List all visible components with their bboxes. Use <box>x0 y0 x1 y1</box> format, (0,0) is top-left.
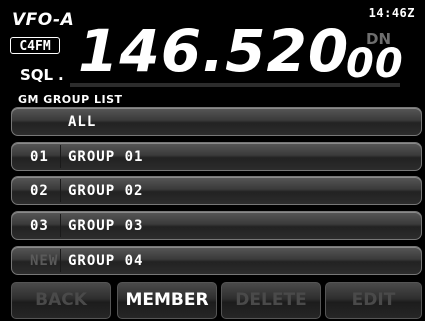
delete-button[interactable]: DELETE <box>221 282 321 319</box>
row-divider <box>60 179 61 202</box>
row-divider <box>60 214 61 237</box>
signal-meter <box>70 83 400 87</box>
frequency-sub-digits: 00 <box>346 41 404 87</box>
group-name: GROUP 01 <box>68 149 144 165</box>
group-number: NEW <box>30 253 59 269</box>
member-button[interactable]: MEMBER <box>117 282 217 319</box>
group-row[interactable]: NEW GROUP 04 <box>11 246 422 275</box>
group-name: GROUP 02 <box>68 183 144 199</box>
radio-screen: VFO-A C4FM 14:46Z DN 146.520 00 SQL . GM… <box>0 0 425 321</box>
group-name: GROUP 03 <box>68 218 144 234</box>
group-row-label: ALL <box>68 114 97 130</box>
frequency-main: 146.520 <box>78 17 350 85</box>
group-row-all[interactable]: ALL <box>11 107 422 136</box>
group-name: GROUP 04 <box>68 253 144 269</box>
group-row[interactable]: 03 GROUP 03 <box>11 211 422 240</box>
group-number: 02 <box>30 183 49 199</box>
group-list-title: GM GROUP LIST <box>18 93 123 106</box>
sql-indicator: . <box>58 66 64 84</box>
back-button[interactable]: BACK <box>11 282 111 319</box>
vfo-indicator: VFO-A <box>12 10 75 30</box>
sql-label: SQL <box>20 66 54 84</box>
group-row[interactable]: 01 GROUP 01 <box>11 142 422 171</box>
edit-button[interactable]: EDIT <box>325 282 422 319</box>
clock: 14:46Z <box>368 6 415 20</box>
group-row[interactable]: 02 GROUP 02 <box>11 176 422 205</box>
mode-badge: C4FM <box>10 37 60 54</box>
group-number: 01 <box>30 149 49 165</box>
row-divider <box>60 249 61 272</box>
row-divider <box>60 145 61 168</box>
group-number: 03 <box>30 218 49 234</box>
